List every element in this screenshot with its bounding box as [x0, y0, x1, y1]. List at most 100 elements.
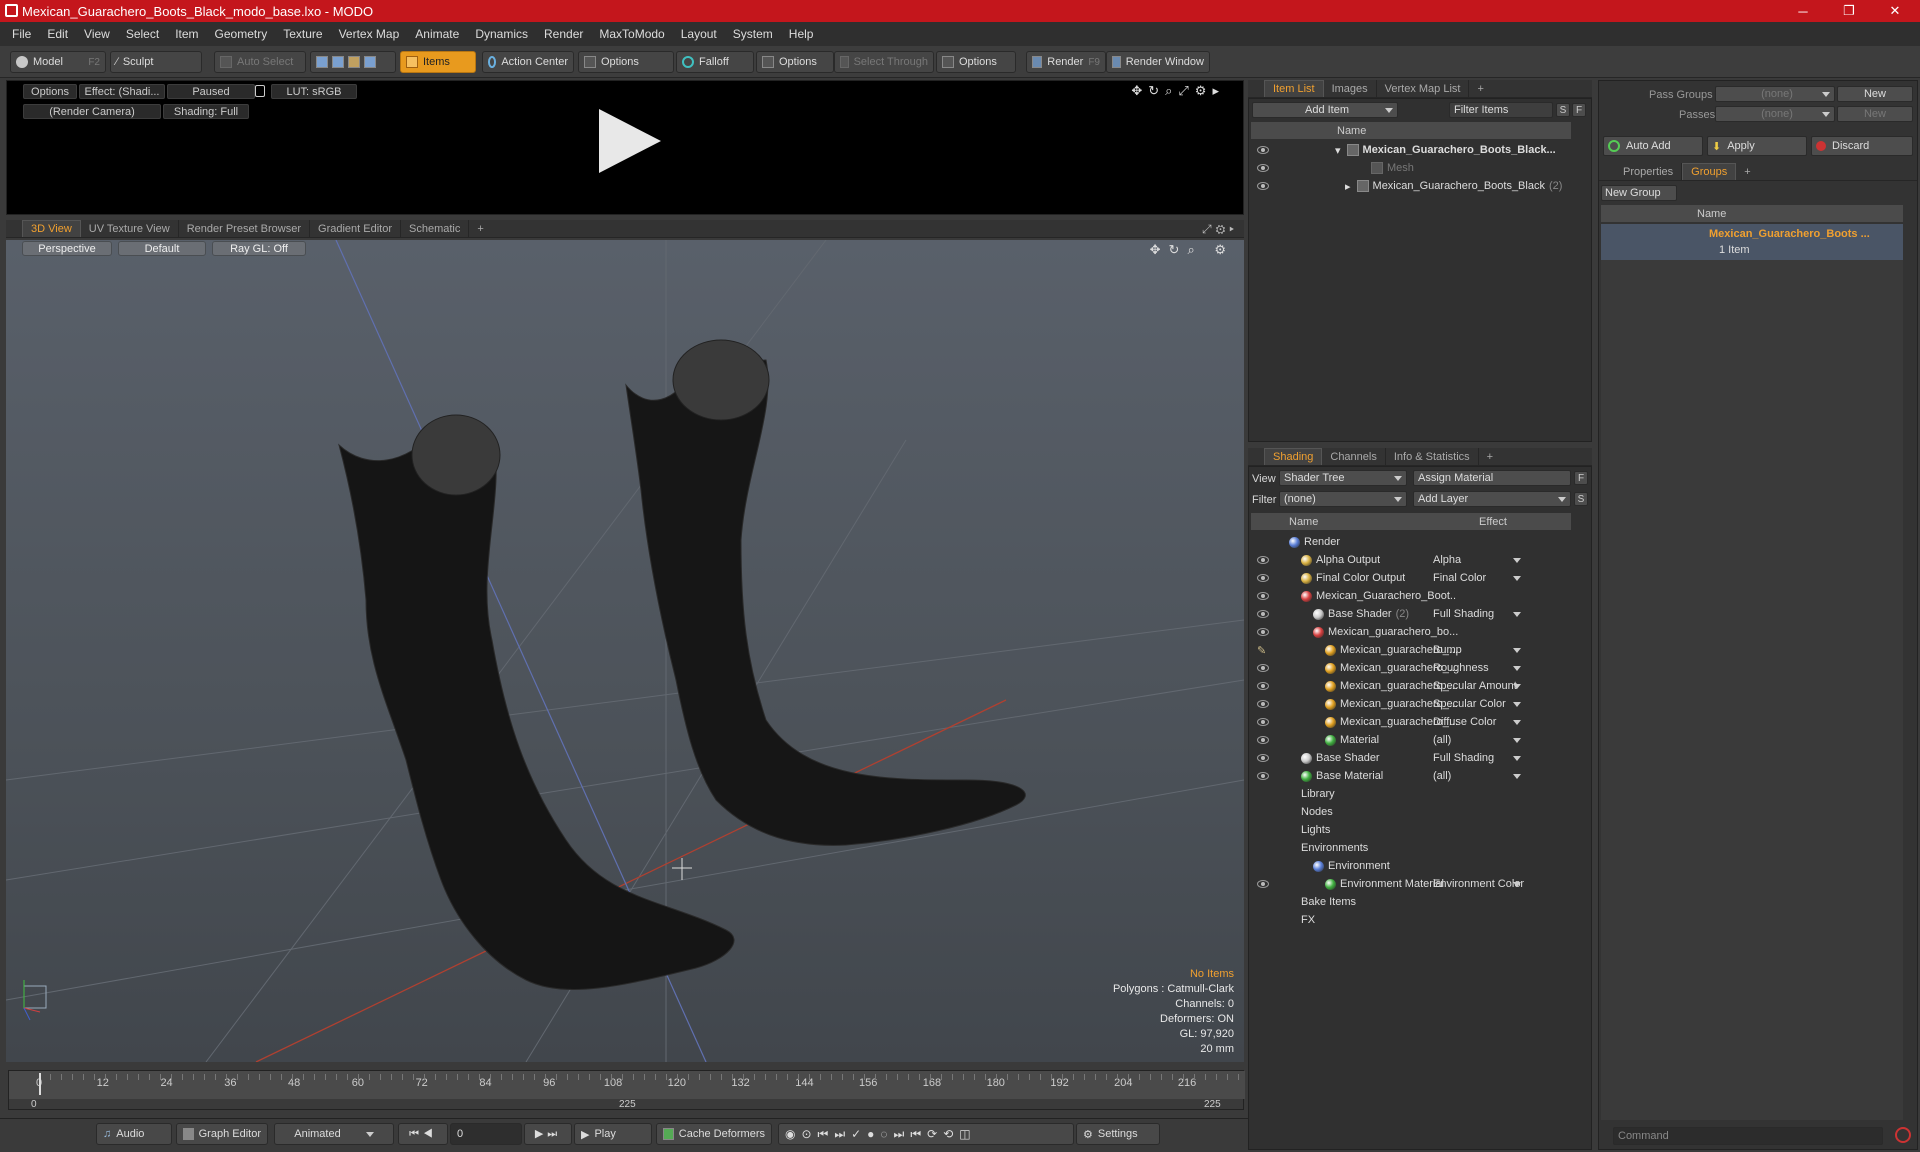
- shader-row[interactable]: Final Color Output Final Color: [1251, 569, 1571, 587]
- shader-row[interactable]: Mexican_guarachero_... Specular Color: [1251, 695, 1571, 713]
- shader-row[interactable]: Material (all): [1251, 731, 1571, 749]
- timeline-ruler[interactable]: 0122436486072849610812013214415616818019…: [9, 1071, 1245, 1099]
- shader-row[interactable]: Lights: [1251, 821, 1571, 839]
- view-dropdown[interactable]: Shader Tree: [1279, 470, 1407, 486]
- chevron-down-icon[interactable]: [1513, 558, 1521, 563]
- shader-row[interactable]: Base Shader Full Shading: [1251, 749, 1571, 767]
- visibility-eye-icon[interactable]: [1257, 556, 1269, 564]
- visibility-eye-icon[interactable]: [1257, 718, 1269, 726]
- shader-row[interactable]: Nodes: [1251, 803, 1571, 821]
- model-mode-button[interactable]: Model F2: [10, 51, 106, 73]
- shader-row[interactable]: ✎ Mexican_guarachero_... Bump: [1251, 641, 1571, 659]
- new-group-button[interactable]: New Group: [1601, 185, 1677, 201]
- menu-view[interactable]: View: [76, 27, 118, 41]
- falloff-button[interactable]: Falloff: [676, 51, 754, 73]
- chevron-down-icon[interactable]: [1513, 756, 1521, 761]
- shader-row[interactable]: Library: [1251, 785, 1571, 803]
- maximize-button[interactable]: ❐: [1826, 0, 1872, 22]
- item-list-f-button[interactable]: F: [1572, 103, 1586, 117]
- shader-row[interactable]: Environment: [1251, 857, 1571, 875]
- shading-dropdown[interactable]: Shading: Full: [163, 104, 249, 119]
- add-tab-button[interactable]: +: [1736, 163, 1758, 180]
- expand-arrow-icon[interactable]: ▸: [1345, 180, 1351, 193]
- tab-vertex-map-list[interactable]: Vertex Map List: [1377, 80, 1470, 97]
- shader-row[interactable]: Base Material (all): [1251, 767, 1571, 785]
- shader-row[interactable]: Mexican_guarachero_... Diffuse Color: [1251, 713, 1571, 731]
- tab-3d-view[interactable]: 3D View: [22, 220, 81, 237]
- chevron-down-icon[interactable]: [1513, 720, 1521, 725]
- assign-material-button[interactable]: Assign Material: [1413, 470, 1571, 486]
- item-list-s-button[interactable]: S: [1556, 103, 1570, 117]
- timeline-cursor[interactable]: [39, 1073, 41, 1095]
- chevron-down-icon[interactable]: [1513, 648, 1521, 653]
- chevron-down-icon[interactable]: [1513, 774, 1521, 779]
- shader-row-effect[interactable]: Environment Color: [1433, 878, 1524, 890]
- menu-file[interactable]: File: [4, 27, 39, 41]
- preview-nav-icons[interactable]: ✥↻⌕⤢⚙▸: [1131, 83, 1225, 99]
- item-row-scene[interactable]: ▾ Mexican_Guarachero_Boots_Black...: [1251, 141, 1571, 159]
- shader-row-effect[interactable]: Roughness: [1433, 662, 1489, 674]
- shader-row-effect[interactable]: Specular Amount: [1433, 680, 1517, 692]
- new-pass-group-button[interactable]: New: [1837, 86, 1913, 102]
- animated-dropdown[interactable]: Animated: [274, 1123, 394, 1145]
- auto-select-button[interactable]: Auto Select: [214, 51, 306, 73]
- tab-item-list[interactable]: Item List: [1264, 80, 1324, 97]
- shader-row-effect[interactable]: Alpha: [1433, 554, 1461, 566]
- action-center-button[interactable]: Action Center: [482, 51, 574, 73]
- lock-icon[interactable]: [255, 85, 265, 97]
- graph-editor-button[interactable]: Graph Editor: [176, 1123, 268, 1145]
- settings-button[interactable]: ⚙ Settings: [1076, 1123, 1160, 1145]
- visibility-eye-icon[interactable]: [1257, 664, 1269, 672]
- preview-paused-button[interactable]: Paused: [167, 84, 255, 99]
- menu-maxtomodo[interactable]: MaxToModo: [591, 27, 672, 41]
- chevron-down-icon[interactable]: [1513, 666, 1521, 671]
- render-camera-dropdown[interactable]: (Render Camera): [23, 104, 161, 119]
- menu-geometry[interactable]: Geometry: [207, 27, 276, 41]
- rewind-buttons[interactable]: ⏮◀: [398, 1123, 448, 1145]
- apply-button[interactable]: ⬇ Apply: [1707, 136, 1807, 156]
- visibility-eye-icon[interactable]: [1257, 754, 1269, 762]
- menu-system[interactable]: System: [725, 27, 781, 41]
- add-layer-dropdown[interactable]: Add Layer: [1413, 491, 1571, 507]
- preview-options-button[interactable]: Options: [23, 84, 77, 99]
- discard-button[interactable]: Discard: [1811, 136, 1913, 156]
- tab-images[interactable]: Images: [1324, 80, 1377, 97]
- select-through-button[interactable]: Select Through: [834, 51, 934, 73]
- shader-row[interactable]: Mexican_guarachero_... Specular Amount: [1251, 677, 1571, 695]
- item-row-boots[interactable]: ▸ Mexican_Guarachero_Boots_Black (2): [1251, 177, 1571, 195]
- shader-row-effect[interactable]: Diffuse Color: [1433, 716, 1496, 728]
- add-tab-button[interactable]: +: [469, 220, 491, 237]
- materials-icon[interactable]: [364, 56, 376, 68]
- visibility-eye-icon[interactable]: [1257, 592, 1269, 600]
- shader-row[interactable]: Environment Material Environment Color: [1251, 875, 1571, 893]
- visibility-eye-icon[interactable]: [1257, 736, 1269, 744]
- expand-arrow-icon[interactable]: ▾: [1335, 144, 1341, 157]
- shader-row[interactable]: Mexican_guarachero_bo...: [1251, 623, 1571, 641]
- shader-row[interactable]: Mexican_guarachero_... Roughness: [1251, 659, 1571, 677]
- chevron-down-icon[interactable]: [1513, 702, 1521, 707]
- tab-properties[interactable]: Properties: [1615, 163, 1683, 180]
- menu-dynamics[interactable]: Dynamics: [467, 27, 536, 41]
- falloff-options-button[interactable]: Options: [756, 51, 834, 73]
- shader-row[interactable]: Render: [1251, 533, 1571, 551]
- render-window-button[interactable]: Render Window: [1106, 51, 1210, 73]
- visibility-eye-icon[interactable]: [1257, 574, 1269, 582]
- shader-row[interactable]: Alpha Output Alpha: [1251, 551, 1571, 569]
- brush-icon[interactable]: ✎: [1257, 644, 1266, 657]
- menu-texture[interactable]: Texture: [275, 27, 330, 41]
- filter-dropdown[interactable]: (none): [1279, 491, 1407, 507]
- pass-groups-dropdown[interactable]: (none): [1715, 86, 1835, 102]
- item-row-mesh[interactable]: Mesh: [1251, 159, 1571, 177]
- action-center-options-button[interactable]: Options: [578, 51, 674, 73]
- menu-help[interactable]: Help: [781, 27, 822, 41]
- preview-effect-dropdown[interactable]: Effect: (Shadi...: [79, 84, 165, 99]
- shading-f-button[interactable]: F: [1574, 471, 1588, 485]
- close-button[interactable]: ✕: [1872, 0, 1918, 22]
- command-input[interactable]: Command: [1613, 1127, 1883, 1145]
- chevron-down-icon[interactable]: [1513, 576, 1521, 581]
- tab-schematic[interactable]: Schematic: [401, 220, 470, 237]
- shader-row-effect[interactable]: (all): [1433, 770, 1451, 782]
- chevron-down-icon[interactable]: [1513, 882, 1521, 887]
- add-item-dropdown[interactable]: Add Item: [1252, 102, 1398, 118]
- tab-shading[interactable]: Shading: [1264, 448, 1323, 465]
